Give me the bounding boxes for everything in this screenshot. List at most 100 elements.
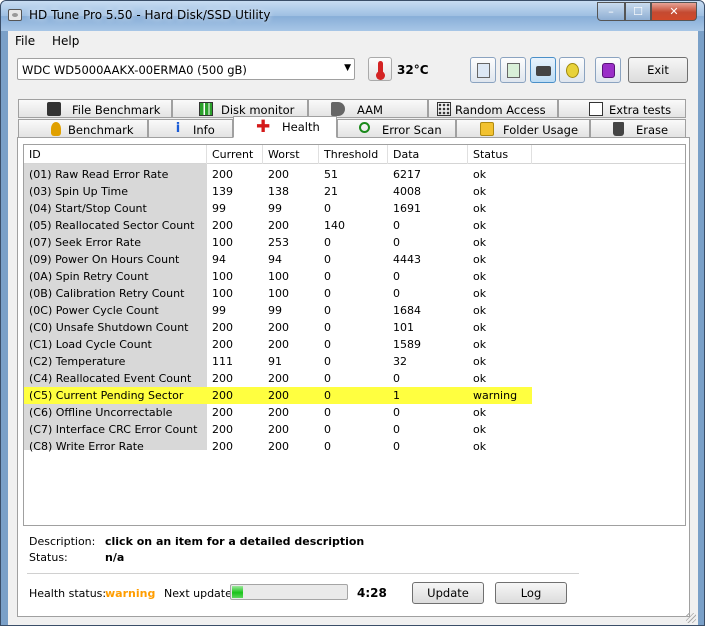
tab-folder-usage[interactable]: Folder Usage xyxy=(456,119,590,138)
cell-id: (C0) Unsafe Shutdown Count xyxy=(29,321,189,334)
table-row[interactable]: (07) Seek Error Rate 100 253 0 0 ok xyxy=(24,234,685,251)
table-row[interactable]: (C5) Current Pending Sector 200 200 0 1 warni… xyxy=(24,387,532,404)
cell-worst: 200 xyxy=(268,219,289,232)
table-row[interactable]: (C7) Interface CRC Error Count 200 200 0 0 ok xyxy=(24,421,685,438)
cell-threshold: 21 xyxy=(324,185,338,198)
cell-worst: 200 xyxy=(268,338,289,351)
cell-worst: 99 xyxy=(268,202,282,215)
cell-threshold: 0 xyxy=(324,406,331,419)
cell-id: (04) Start/Stop Count xyxy=(29,202,147,215)
cell-status: ok xyxy=(473,219,487,232)
cell-status: ok xyxy=(473,321,487,334)
table-row[interactable]: (C1) Load Cycle Count 200 200 0 1589 ok xyxy=(24,336,685,353)
maximize-button[interactable]: ☐ xyxy=(625,2,651,21)
tab-random-access[interactable]: Random Access xyxy=(428,99,558,118)
cell-current: 200 xyxy=(212,168,233,181)
copy-screen-button[interactable] xyxy=(500,57,526,83)
menu-help[interactable]: Help xyxy=(52,34,79,48)
table-row[interactable]: (C0) Unsafe Shutdown Count 200 200 0 101 ok xyxy=(24,319,685,336)
cell-worst: 200 xyxy=(268,440,289,453)
cell-worst: 94 xyxy=(268,253,282,266)
header-current[interactable]: Current xyxy=(207,145,263,164)
cell-data: 1 xyxy=(393,389,400,402)
header-status[interactable]: Status xyxy=(468,145,532,164)
table-row[interactable]: (C8) Write Error Rate 200 200 0 0 ok xyxy=(24,438,685,455)
tab-extra-tests[interactable]: Extra tests xyxy=(558,99,686,118)
cell-current: 200 xyxy=(212,338,233,351)
tab-erase[interactable]: Erase xyxy=(590,119,686,138)
cell-current: 200 xyxy=(212,423,233,436)
folder-icon xyxy=(480,122,494,136)
tab-error-scan[interactable]: Error Scan xyxy=(337,119,456,138)
table-row[interactable]: (0C) Power Cycle Count 99 99 0 1684 ok xyxy=(24,302,685,319)
screenshot-button[interactable] xyxy=(530,57,556,83)
tab-benchmark[interactable]: Benchmark xyxy=(18,119,148,138)
title-bar[interactable]: HD Tune Pro 5.50 - Hard Disk/SSD Utility… xyxy=(1,1,704,31)
tab-file-benchmark[interactable]: File Benchmark xyxy=(18,99,172,118)
options-button[interactable] xyxy=(559,57,585,83)
table-row[interactable]: (C2) Temperature 111 91 0 32 ok xyxy=(24,353,685,370)
smart-table[interactable]: ID Current Worst Threshold Data Status (… xyxy=(23,144,686,526)
table-row[interactable]: (0B) Calibration Retry Count 100 100 0 0 ok xyxy=(24,285,685,302)
cell-id: (C6) Offline Uncorrectable xyxy=(29,406,173,419)
minimize-button[interactable]: – xyxy=(597,2,625,21)
cell-status: ok xyxy=(473,168,487,181)
thermometer-icon xyxy=(368,57,392,81)
header-threshold[interactable]: Threshold xyxy=(319,145,388,164)
cell-status: ok xyxy=(473,270,487,283)
cell-current: 200 xyxy=(212,406,233,419)
cell-threshold: 0 xyxy=(324,338,331,351)
cell-status: ok xyxy=(473,440,487,453)
copy-text-icon xyxy=(477,63,490,78)
cell-id: (C4) Reallocated Event Count xyxy=(29,372,192,385)
save-button[interactable] xyxy=(595,57,621,83)
cell-current: 139 xyxy=(212,185,233,198)
cell-threshold: 0 xyxy=(324,202,331,215)
header-data[interactable]: Data xyxy=(388,145,468,164)
table-row[interactable]: (09) Power On Hours Count 94 94 0 4443 ok xyxy=(24,251,685,268)
table-row[interactable]: (C4) Reallocated Event Count 200 200 0 0 ok xyxy=(24,370,685,387)
cell-current: 200 xyxy=(212,440,233,453)
header-id[interactable]: ID xyxy=(24,145,207,164)
health-cross-icon: ✚ xyxy=(256,117,271,137)
cell-id: (05) Reallocated Sector Count xyxy=(29,219,195,232)
table-row[interactable]: (C6) Offline Uncorrectable 200 200 0 0 ok xyxy=(24,404,685,421)
cell-data: 4008 xyxy=(393,185,421,198)
tab-info[interactable]: i Info xyxy=(148,119,233,138)
update-button[interactable]: Update xyxy=(412,582,484,604)
table-row[interactable]: (03) Spin Up Time 139 138 21 4008 ok xyxy=(24,183,685,200)
cell-threshold: 140 xyxy=(324,219,345,232)
log-button[interactable]: Log xyxy=(495,582,567,604)
cell-id: (01) Raw Read Error Rate xyxy=(29,168,169,181)
cell-id: (0C) Power Cycle Count xyxy=(29,304,159,317)
exit-button[interactable]: Exit xyxy=(628,57,688,83)
tab-health[interactable]: ✚ Health xyxy=(233,116,337,138)
cell-threshold: 0 xyxy=(324,253,331,266)
close-button[interactable]: ✕ xyxy=(651,2,697,21)
cell-id: (09) Power On Hours Count xyxy=(29,253,180,266)
cell-threshold: 0 xyxy=(324,389,331,402)
cell-data: 0 xyxy=(393,372,400,385)
speaker-icon xyxy=(331,102,345,116)
table-row[interactable]: (05) Reallocated Sector Count 200 200 140 0 o… xyxy=(24,217,685,234)
table-row[interactable]: (01) Raw Read Error Rate 200 200 51 6217 ok xyxy=(24,166,685,183)
menu-file[interactable]: File xyxy=(15,34,35,48)
table-row[interactable]: (04) Start/Stop Count 99 99 0 1691 ok xyxy=(24,200,685,217)
table-row[interactable]: (0A) Spin Retry Count 100 100 0 0 ok xyxy=(24,268,685,285)
details-area: Description: click on an item for a deta… xyxy=(17,526,690,621)
cell-threshold: 51 xyxy=(324,168,338,181)
copy-text-button[interactable] xyxy=(470,57,496,83)
drive-select[interactable]: WDC WD5000AAKX-00ERMA0 (500 gB) ▼ xyxy=(17,58,355,80)
application-window: HD Tune Pro 5.50 - Hard Disk/SSD Utility… xyxy=(0,0,705,626)
cell-current: 100 xyxy=(212,270,233,283)
cell-data: 101 xyxy=(393,321,414,334)
resize-grip-icon[interactable] xyxy=(686,613,696,623)
benchmark-icon xyxy=(51,122,61,136)
app-icon xyxy=(8,9,22,21)
header-worst[interactable]: Worst xyxy=(263,145,319,164)
cell-id: (C8) Write Error Rate xyxy=(29,440,144,453)
cell-worst: 200 xyxy=(268,372,289,385)
cell-worst: 200 xyxy=(268,389,289,402)
cell-threshold: 0 xyxy=(324,287,331,300)
cell-worst: 200 xyxy=(268,406,289,419)
